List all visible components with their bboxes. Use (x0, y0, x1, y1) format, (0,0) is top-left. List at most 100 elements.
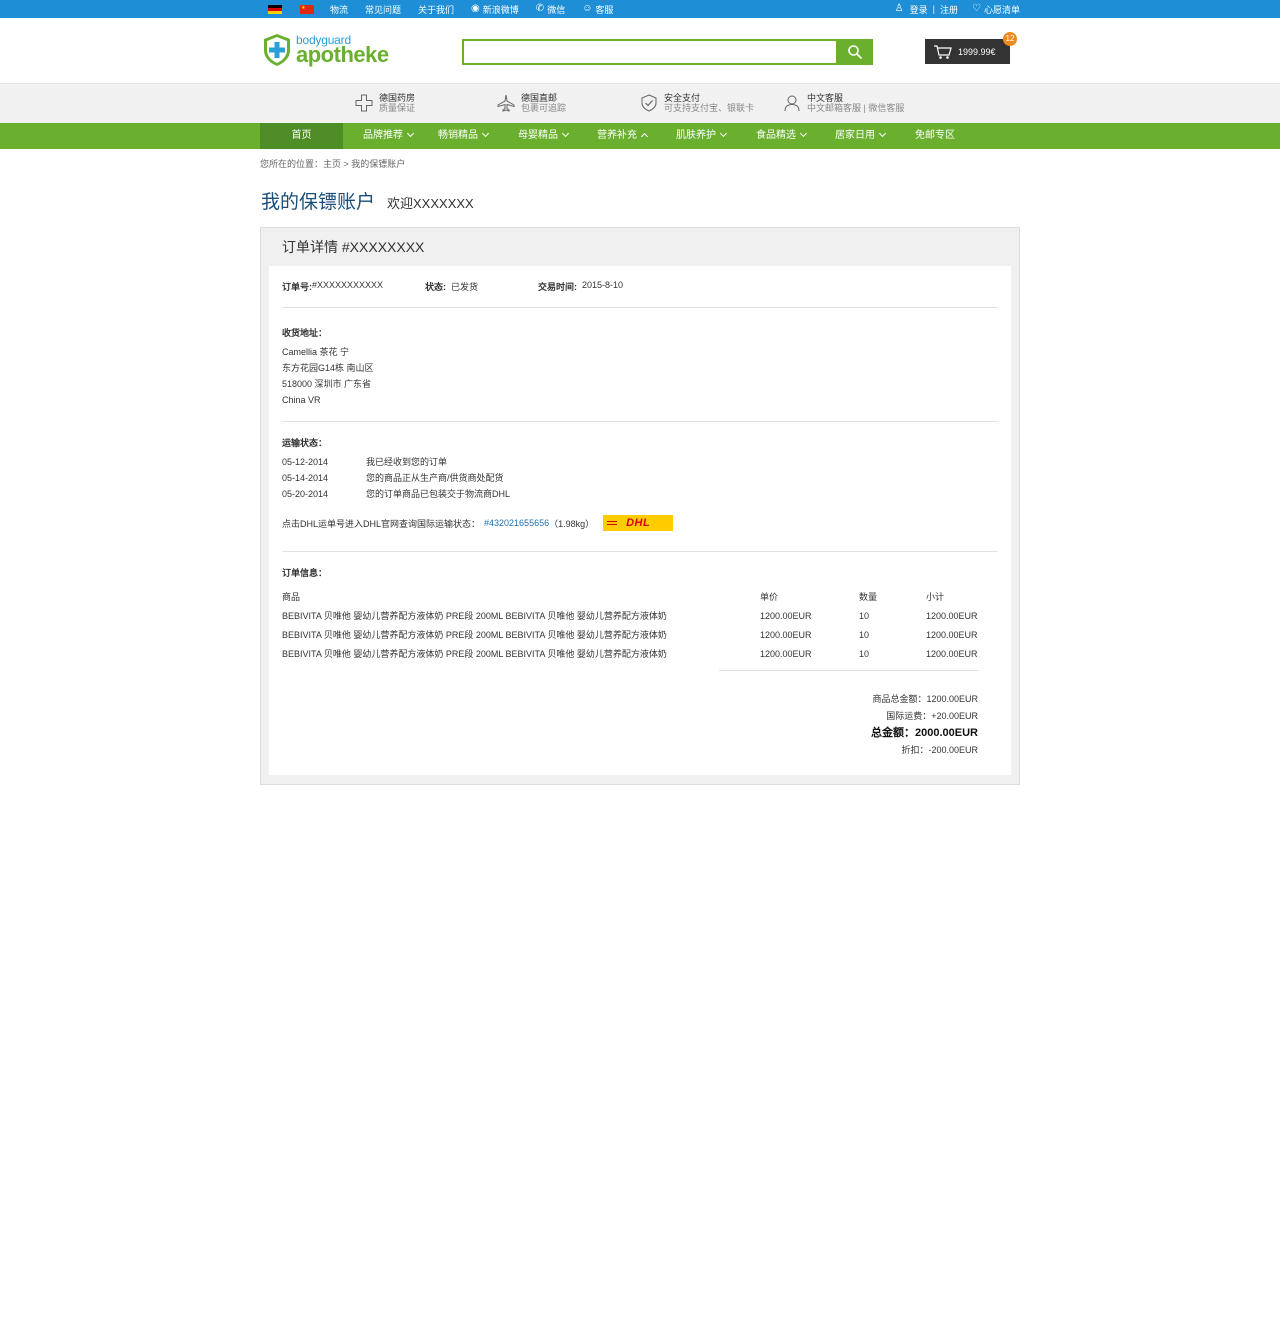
nav-label: 品牌推荐 (363, 130, 403, 141)
item-qty: 10 (859, 629, 870, 640)
weibo-label: 新浪微博 (482, 4, 519, 15)
address-label: 收货地址： (282, 328, 328, 338)
chevron-down-icon (481, 129, 490, 138)
wishlist-label: 心愿清单 (983, 4, 1020, 15)
register-link[interactable]: 注册 (940, 3, 958, 16)
order-info-label: 订单信息： (282, 568, 328, 578)
nav-item-nutrition[interactable]: 营养补充 (597, 123, 649, 149)
item-name[interactable]: BEBIVITA 贝唯他 婴幼儿营养配方液体奶 PRE段 200ML BEBIV… (282, 625, 760, 644)
time-value: 2015-8-10 (582, 280, 624, 290)
nav-item-baby[interactable]: 母婴精品 (518, 123, 570, 149)
wechat-icon: ✆ (535, 3, 545, 14)
separator: | (932, 4, 935, 14)
link-about[interactable]: 关于我们 (418, 3, 454, 16)
address-line: 东方花园G14栋 南山区 (282, 363, 374, 373)
cross-icon (355, 94, 373, 112)
item-qty: 10 (859, 648, 870, 659)
shipping-date: 05-12-2014 (282, 457, 329, 467)
page-title-row: 我的保镖账户 欢迎XXXXXXX (260, 177, 1020, 227)
nav-item-home-goods[interactable]: 居家日用 (835, 123, 887, 149)
nav-label: 食品精选 (756, 130, 796, 141)
feature-direct-mail: 德国直邮 包裹可追踪 (497, 93, 566, 113)
weibo-icon: ◉ (471, 3, 480, 14)
nav-item-skincare[interactable]: 肌肤养护 (676, 123, 728, 149)
address-line: 518000 深圳市 广东省 (282, 379, 372, 389)
col-product: 商品 (282, 592, 301, 602)
link-wechat[interactable]: ✆ 微信 (536, 3, 565, 16)
service-label: 客服 (595, 4, 614, 15)
search-button[interactable] (836, 39, 873, 65)
service-icon: ☺ (582, 3, 593, 14)
chevron-down-icon (878, 129, 887, 138)
nav-label: 畅销精品 (438, 130, 478, 141)
discount: 折扣：-200.00EUR (901, 745, 978, 755)
order-items-table: 商品 单价 数量 小计 BEBIVITA 贝唯他 婴幼儿营养配方液体奶 PRE段… (282, 587, 998, 663)
col-price: 单价 (760, 592, 779, 602)
heart-icon: ♡ (972, 3, 981, 14)
search-input[interactable] (462, 39, 836, 65)
feature-pharmacy: 德国药房 质量保证 (355, 93, 415, 113)
cart-icon (934, 44, 952, 59)
header: bodyguard apotheke 1999.99€ 12 (0, 18, 1280, 84)
nav-item-bestsellers[interactable]: 畅销精品 (438, 123, 490, 149)
logo-text-big: apotheke (296, 42, 389, 67)
feature-sub: 中文邮箱客服 | 微信客服 (807, 103, 905, 113)
table-row: BEBIVITA 贝唯他 婴幼儿营养配方液体奶 PRE段 200ML BEBIV… (282, 625, 998, 644)
shipping-fee: 国际运费：+20.00EUR (886, 711, 978, 721)
time-label: 交易时间: (538, 282, 577, 292)
nav-item-food[interactable]: 食品精选 (756, 123, 808, 149)
german-flag-icon[interactable] (268, 4, 282, 14)
link-faq[interactable]: 常见问题 (365, 3, 401, 16)
item-name[interactable]: BEBIVITA 贝唯他 婴幼儿营养配方液体奶 PRE段 200ML BEBIV… (282, 606, 760, 625)
feature-title: 德国药房 (379, 93, 416, 103)
order-no-label: 订单号: (282, 282, 312, 292)
top-bar: 物流 常见问题 关于我们 ◉新浪微博 ✆微信 ☺客服 ♙ 登录 | 注册 ♡心愿… (0, 0, 1280, 18)
nav-item-brands[interactable]: 品牌推荐 (363, 123, 415, 149)
status-label: 状态: (425, 282, 446, 292)
shipping-text: 您的订单商品已包装交于物流商DHL (366, 489, 511, 499)
chinese-flag-icon[interactable] (300, 4, 314, 14)
user-icon (783, 94, 801, 112)
wishlist-link[interactable]: ♡ 心愿清单 (972, 3, 1020, 16)
order-detail-header: 订单详情 #XXXXXXXX (282, 239, 425, 255)
link-logistics[interactable]: 物流 (330, 3, 348, 16)
dhl-tracking-link[interactable]: #432021655656 (484, 518, 549, 528)
order-info-section: 订单信息： 商品 单价 数量 小计 BEBIVITA 贝唯他 婴幼儿营养配方液体… (282, 552, 998, 775)
shipping-date: 05-14-2014 (282, 473, 329, 483)
dhl-logo[interactable]: DHL (603, 515, 674, 531)
nav-label: 母婴精品 (518, 130, 558, 141)
nav-label: 营养补充 (597, 130, 637, 141)
shipping-label: 运输状态： (282, 438, 328, 448)
shipping-text: 您的商品正从生产商/供货商处配货 (366, 473, 504, 483)
item-qty: 10 (859, 610, 870, 621)
logo[interactable]: bodyguard apotheke (263, 33, 389, 67)
item-price: 1200.00EUR (760, 629, 812, 640)
item-name[interactable]: BEBIVITA 贝唯他 婴幼儿营养配方液体奶 PRE段 200ML BEBIV… (282, 644, 760, 663)
nav-item-free-shipping[interactable]: 免邮专区 (915, 123, 955, 149)
link-service[interactable]: ☺ 客服 (582, 3, 613, 16)
nav-label: 居家日用 (835, 130, 875, 141)
feature-cn-service: 中文客服 中文邮箱客服 | 微信客服 (783, 93, 904, 113)
feature-sub: 包裹可追踪 (521, 103, 567, 113)
cart-button[interactable]: 1999.99€ 12 (925, 32, 1017, 64)
item-price: 1200.00EUR (760, 610, 812, 621)
totals-divider (719, 670, 979, 671)
shipping-text: 我已经收到您的订单 (366, 457, 448, 467)
shipping-event: 05-20-2014 您的订单商品已包装交于物流商DHL (282, 486, 998, 502)
col-subtotal: 小计 (926, 592, 945, 602)
link-weibo[interactable]: ◉ 新浪微博 (471, 3, 519, 16)
order-totals: 商品总金额：1200.00EUR 国际运费：+20.00EUR 总金额：2000… (282, 691, 998, 759)
user-icon: ♙ (894, 3, 904, 14)
dhl-weight: （1.98kg） (549, 518, 595, 529)
login-link[interactable]: 登录 (910, 3, 928, 16)
order-detail-body: 订单号: #XXXXXXXXXXX 状态: 已发货 交易时间: 2015-8-10 收… (269, 266, 1011, 775)
item-subtotal: 1200.00EUR (926, 629, 978, 640)
shipping-event: 05-14-2014 您的商品正从生产商/供货商处配货 (282, 470, 998, 486)
shipping-status-section: 运输状态： 05-12-2014 我已经收到您的订单 05-14-2014 您的商品… (282, 422, 998, 552)
breadcrumb[interactable]: 您所在的位置：主页 > 我的保镖账户 (260, 149, 1020, 177)
shipping-event: 05-12-2014 我已经收到您的订单 (282, 454, 998, 470)
main-nav: 首页 品牌推荐 畅销精品 母婴精品 营养补充 肌肤养护 食品精选 居家日用 免邮… (0, 123, 1280, 149)
nav-label: 免邮专区 (915, 130, 955, 141)
nav-home[interactable]: 首页 (260, 123, 343, 149)
col-qty: 数量 (859, 592, 878, 602)
